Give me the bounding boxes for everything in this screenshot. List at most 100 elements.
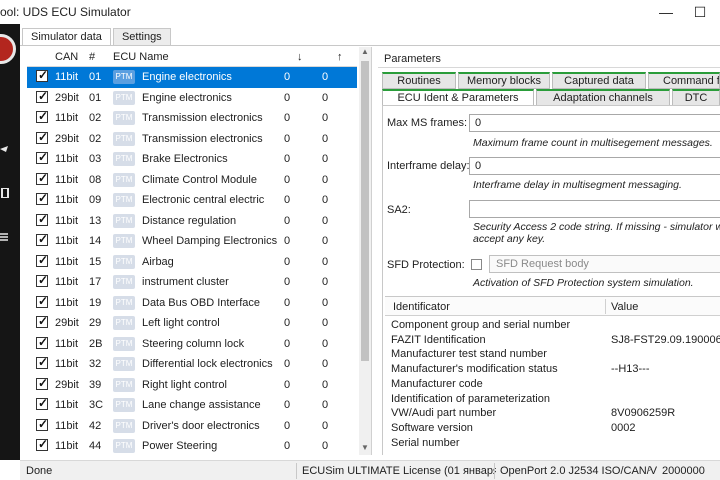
interframe-delay-input[interactable]: 0 — [469, 157, 720, 175]
ident-row[interactable]: Identification of parameterization — [385, 392, 720, 407]
up-count-cell: 0 — [322, 276, 329, 288]
max-ms-frames-input[interactable]: 0 — [469, 114, 720, 132]
table-row[interactable]: 11bit 3C PTM Lane change assistance 0 0 — [27, 395, 357, 416]
scroll-down-icon[interactable]: ▼ — [359, 443, 371, 455]
down-count-cell: 0 — [284, 112, 291, 124]
ident-row[interactable]: Serial number — [385, 436, 720, 451]
table-row[interactable]: 11bit 03 PTM Brake Electronics 0 0 — [27, 149, 357, 170]
row-checkbox[interactable] — [36, 150, 48, 164]
ident-row[interactable]: Manufacturer's modification status --H13-… — [385, 362, 720, 377]
tab-captured-data[interactable]: Captured data — [552, 72, 646, 89]
identificator-cell: Manufacturer test stand number — [391, 348, 547, 361]
column-header-down[interactable]: ↓ — [297, 51, 303, 63]
scrollbar-thumb[interactable] — [361, 61, 369, 361]
table-row[interactable]: 11bit 17 PTM instrument cluster 0 0 — [27, 272, 357, 293]
number-cell: 14 — [89, 235, 102, 247]
sidebar-device-icon[interactable] — [0, 188, 10, 198]
tab-routines[interactable]: Routines — [382, 72, 456, 89]
ecu-ident-content: Max MS frames: 0 Maximum frame count in … — [382, 105, 720, 455]
table-row[interactable]: 11bit 13 PTM Distance regulation 0 0 — [27, 211, 357, 232]
down-count-cell: 0 — [284, 276, 291, 288]
ecu-name-cell: Right light control — [142, 378, 227, 391]
ident-row[interactable]: VW/Audi part number 8V0906259R — [385, 406, 720, 421]
row-checkbox[interactable] — [36, 355, 48, 369]
maximize-button[interactable]: ☐ — [686, 2, 714, 22]
ptm-badge: PTM — [113, 172, 135, 187]
ecu-list-scrollbar[interactable]: ▲ ▼ — [359, 47, 371, 455]
scroll-up-icon[interactable]: ▲ — [359, 47, 371, 59]
ptm-badge: PTM — [113, 398, 135, 412]
ident-row[interactable]: Component group and serial number — [385, 318, 720, 333]
row-checkbox[interactable] — [36, 396, 48, 410]
column-header-can[interactable]: CAN — [55, 51, 78, 63]
row-checkbox[interactable] — [36, 232, 48, 246]
table-row[interactable]: 11bit 2B PTM Steering column lock 0 0 — [27, 334, 357, 355]
adapter-dropdown[interactable]: OpenPort 2.0 J2534 ISO/CAN/VPW ⌄ — [496, 463, 675, 479]
column-header-identificator[interactable]: Identificator — [393, 301, 450, 313]
table-row[interactable]: 11bit 01 PTM Engine electronics 0 0 — [27, 67, 357, 88]
number-cell: 08 — [89, 173, 102, 186]
ident-row[interactable]: FAZIT Identification SJ8-FST29.09.1900061… — [385, 333, 720, 348]
row-checkbox[interactable] — [36, 212, 48, 226]
table-row[interactable]: 11bit 15 PTM Airbag 0 0 — [27, 252, 357, 273]
number-cell: 42 — [89, 419, 102, 432]
row-checkbox[interactable] — [36, 376, 48, 390]
column-header-up[interactable]: ↑ — [337, 51, 343, 63]
sfd-protection-checkbox[interactable] — [471, 259, 482, 270]
sidebar-tool-icon[interactable] — [0, 144, 10, 154]
table-row[interactable]: 29bit 02 PTM Transmission electronics 0 0 — [27, 129, 357, 150]
parameters-divider — [378, 67, 720, 68]
table-row[interactable]: 11bit 32 PTM Differential lock electronics 0… — [27, 354, 357, 375]
table-row[interactable]: 11bit 19 PTM Data Bus OBD Interface 0 0 — [27, 293, 357, 314]
tab-ecu-ident-parameters[interactable]: ECU Ident & Parameters — [382, 89, 534, 106]
column-header-ecu-name[interactable]: ECU Name — [113, 51, 169, 63]
up-count-cell: 0 — [322, 132, 329, 145]
row-checkbox[interactable] — [36, 273, 48, 287]
tab-settings[interactable]: Settings — [112, 28, 171, 46]
tab-command-flow[interactable]: Command flo — [648, 72, 720, 89]
row-checkbox[interactable] — [36, 89, 48, 103]
table-row[interactable]: 11bit 08 PTM Climate Control Module 0 0 — [27, 170, 357, 191]
table-row[interactable]: 29bit 39 PTM Right light control 0 0 — [27, 375, 357, 396]
number-cell: 29 — [89, 317, 102, 329]
ident-row[interactable]: Manufacturer test stand number — [385, 347, 720, 362]
row-checkbox[interactable] — [36, 171, 48, 185]
row-checkbox[interactable] — [36, 417, 48, 431]
chevron-down-icon: ⌄ — [646, 464, 653, 473]
table-row[interactable]: 29bit 01 PTM Engine electronics 0 0 — [27, 88, 357, 109]
row-checkbox[interactable] — [36, 191, 48, 205]
row-checkbox[interactable] — [36, 437, 48, 451]
tab-memory-blocks[interactable]: Memory blocks — [458, 72, 550, 89]
down-count-cell: 0 — [284, 419, 291, 432]
row-checkbox[interactable] — [36, 68, 48, 82]
row-checkbox[interactable] — [36, 314, 48, 328]
sidebar-data-icon[interactable] — [0, 232, 10, 242]
tab-dtc[interactable]: DTC — [672, 89, 720, 106]
ident-row[interactable]: Manufacturer code — [385, 377, 720, 392]
table-row[interactable]: 11bit 09 PTM Electronic central electric 0 0 — [27, 190, 357, 211]
row-checkbox[interactable] — [36, 253, 48, 267]
table-row[interactable]: 29bit 29 PTM Left light control 0 0 — [27, 313, 357, 334]
row-checkbox[interactable] — [36, 109, 48, 123]
ecu-name-cell: Wheel Damping Electronics — [142, 235, 278, 247]
tab-adaptation-channels[interactable]: Adaptation channels — [536, 89, 670, 106]
ident-row[interactable]: Software version 0002 — [385, 421, 720, 436]
minimize-button[interactable]: — — [652, 2, 680, 22]
table-row[interactable]: 11bit 42 PTM Driver's door electronics 0 0 — [27, 416, 357, 437]
baud-rate-dropdown[interactable]: 2000000 — [658, 463, 720, 479]
ptm-badge: PTM — [113, 152, 135, 166]
column-header-value[interactable]: Value — [611, 301, 638, 313]
up-count-cell: 0 — [322, 399, 329, 411]
row-checkbox[interactable] — [36, 335, 48, 349]
sa2-input[interactable] — [469, 200, 720, 218]
sfd-request-body-select[interactable]: SFD Request body — [489, 255, 720, 273]
ecu-name-cell: Engine electronics — [142, 71, 232, 83]
row-checkbox[interactable] — [36, 130, 48, 144]
column-header-number[interactable]: # — [89, 51, 95, 63]
row-checkbox[interactable] — [36, 294, 48, 308]
tab-simulator-data[interactable]: Simulator data — [22, 28, 111, 46]
ptm-badge: PTM — [113, 90, 135, 105]
table-row[interactable]: 11bit 14 PTM Wheel Damping Electronics 0 0 — [27, 231, 357, 252]
table-row[interactable]: 11bit 44 PTM Power Steering 0 0 — [27, 436, 357, 455]
table-row[interactable]: 11bit 02 PTM Transmission electronics 0 0 — [27, 108, 357, 129]
